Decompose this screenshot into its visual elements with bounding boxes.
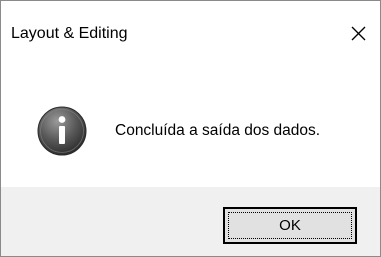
ok-button[interactable]: OK bbox=[223, 207, 357, 244]
dialog-message: Concluída a saída dos dados. bbox=[115, 122, 321, 139]
button-bar: OK bbox=[1, 187, 380, 256]
window-title: Layout & Editing bbox=[11, 25, 128, 42]
title-bar: Layout & Editing bbox=[1, 1, 380, 63]
dialog-content: Concluída a saída dos dados. bbox=[1, 63, 380, 187]
message-dialog: Layout & Editing Concluída a saída dos d… bbox=[0, 0, 381, 257]
close-button[interactable] bbox=[336, 13, 380, 53]
ok-button-label: OK bbox=[279, 216, 301, 234]
info-icon bbox=[37, 106, 87, 156]
close-icon bbox=[351, 26, 366, 41]
